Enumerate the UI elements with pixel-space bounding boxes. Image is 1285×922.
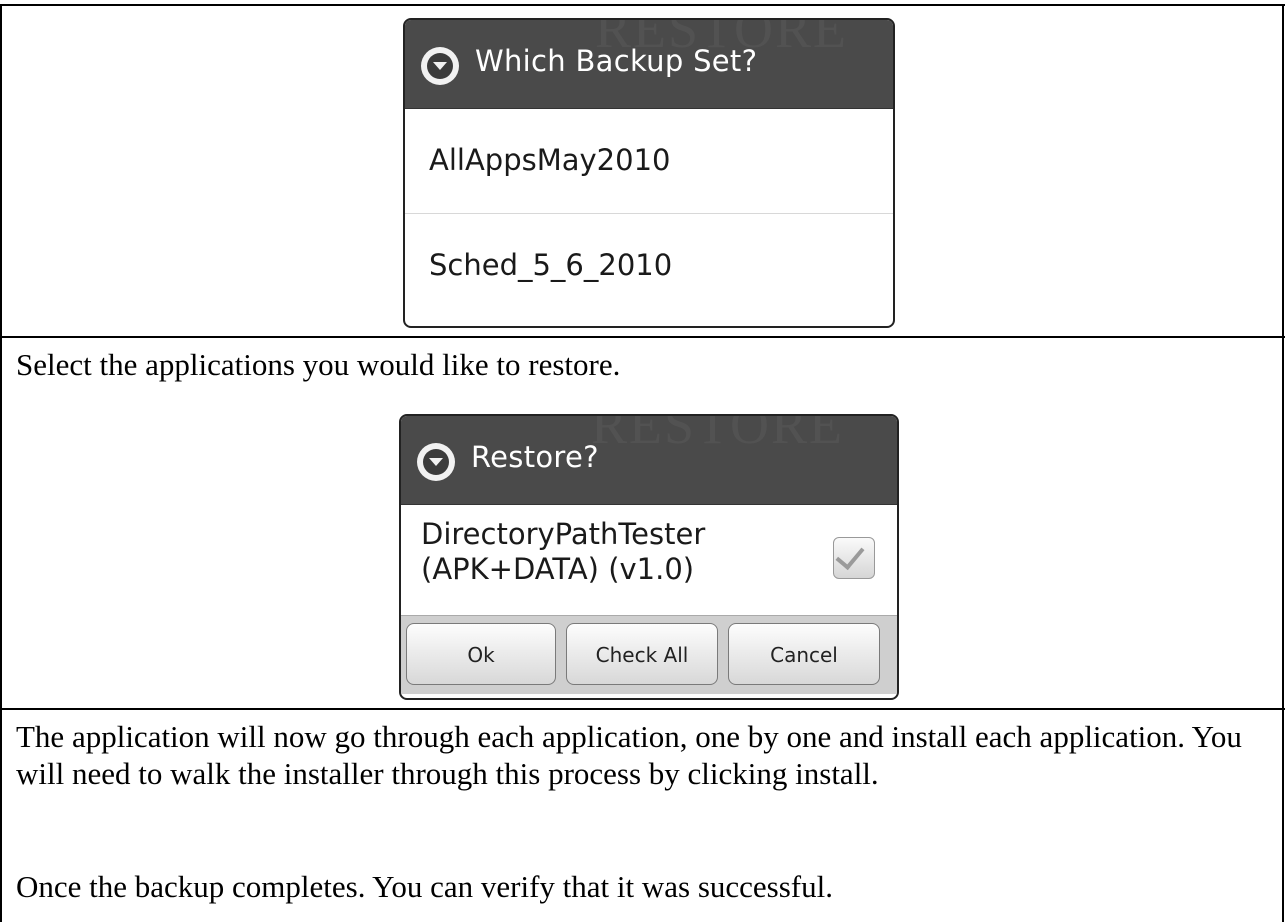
- dialog-header: RESTORE Restore?: [401, 416, 897, 505]
- restore-watermark: RESTORE: [591, 414, 845, 455]
- table-row-install: The application will now go through each…: [0, 708, 1284, 922]
- dialog-title: Restore?: [471, 440, 599, 474]
- restore-dialog: RESTORE Restore? DirectoryPathTester (AP…: [399, 414, 899, 700]
- verify-paragraph: Once the backup completes. You can verif…: [16, 869, 833, 904]
- app-checkbox[interactable]: [833, 537, 875, 579]
- backup-set-label: AllAppsMay2010: [429, 143, 671, 177]
- ok-button[interactable]: Ok: [406, 623, 556, 685]
- dialog-title: Which Backup Set?: [475, 44, 758, 78]
- dialog-header: RESTORE Which Backup Set?: [405, 20, 893, 109]
- check-all-button[interactable]: Check All: [566, 623, 718, 685]
- backup-set-label: Sched_5_6_2010: [429, 248, 673, 282]
- button-bar: Ok Check All Cancel: [401, 615, 897, 694]
- app-name-line1: DirectoryPathTester: [421, 517, 706, 551]
- list-item[interactable]: Sched_5_6_2010: [405, 214, 893, 318]
- backup-set-dialog: RESTORE Which Backup Set? AllAppsMay2010…: [403, 18, 895, 328]
- table-row-restore: Select the applications you would like t…: [0, 336, 1284, 708]
- document-table: RESTORE Which Backup Set? AllAppsMay2010…: [0, 0, 1285, 922]
- list-item[interactable]: AllAppsMay2010: [405, 109, 893, 214]
- chevron-down-icon: [421, 47, 459, 85]
- instruction-text: Select the applications you would like t…: [16, 347, 621, 382]
- app-name: DirectoryPathTester (APK+DATA) (v1.0): [421, 517, 705, 587]
- app-name-line2: (APK+DATA) (v1.0): [421, 552, 695, 586]
- chevron-down-icon: [417, 443, 455, 481]
- install-paragraph: The application will now go through each…: [16, 719, 1242, 791]
- restore-app-item[interactable]: DirectoryPathTester (APK+DATA) (v1.0): [401, 505, 897, 615]
- cancel-button[interactable]: Cancel: [728, 623, 880, 685]
- table-row-backup-set: RESTORE Which Backup Set? AllAppsMay2010…: [0, 6, 1284, 336]
- check-icon: [835, 539, 865, 571]
